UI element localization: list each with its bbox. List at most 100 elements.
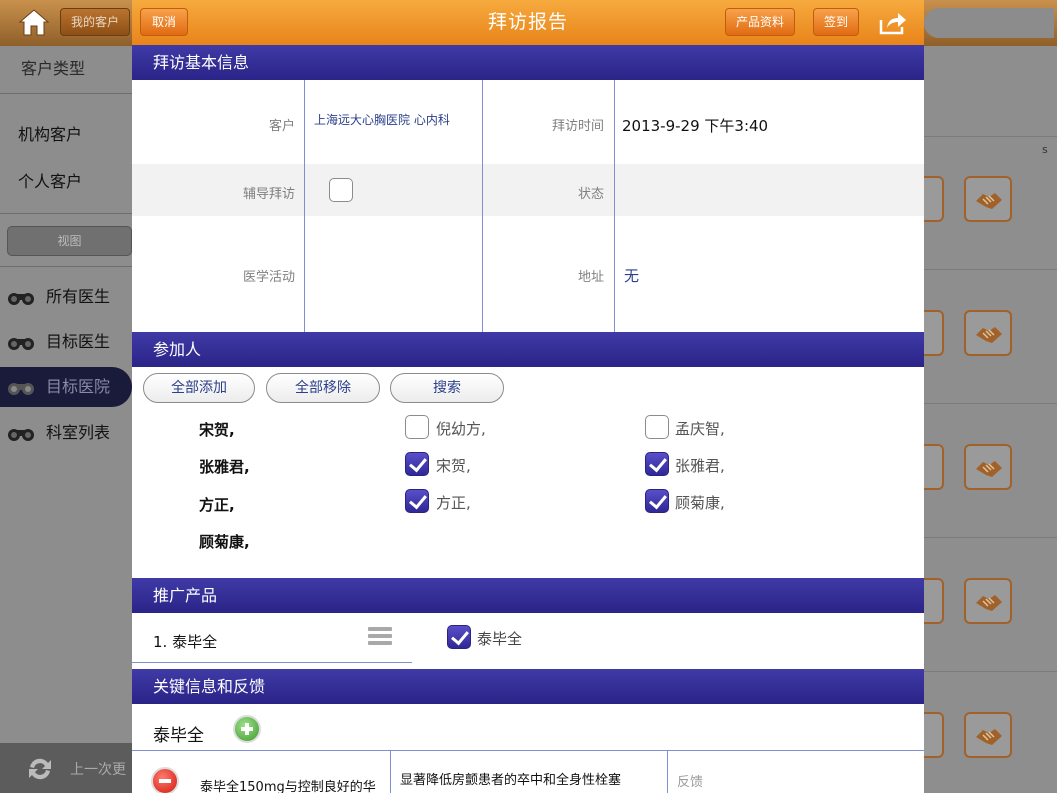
grid-divider [614, 80, 615, 332]
add-icon[interactable] [233, 715, 261, 743]
search-button[interactable]: 搜索 [390, 373, 504, 403]
reorder-grip-icon[interactable] [368, 627, 392, 651]
home-icon[interactable] [16, 6, 52, 38]
binoculars-icon [8, 429, 34, 441]
binoculars-icon [8, 338, 34, 350]
background-sidebar: 客户类型 机构客户 个人客户 视图 所有医生 目标医生 目标医院 科室列表 [0, 46, 132, 793]
handshake-icon [976, 729, 1002, 745]
visit-report-modal: 拜访报告 取消 产品资料 签到 拜访基本信息 客户 上海远大心胸医院 心内科 拜… [132, 0, 924, 793]
visit-time-label: 拜访时间 [551, 119, 604, 134]
sidebar-item-label: 科室列表 [46, 423, 111, 442]
participant-checkbox[interactable] [645, 415, 669, 439]
binoculars-icon [8, 293, 34, 305]
participant-checkbox[interactable] [405, 452, 429, 476]
background-list-panel [924, 46, 1057, 793]
key-message-text[interactable]: 泰毕全150mg与控制良好的华 [200, 776, 376, 793]
background-letter: s [1042, 143, 1048, 156]
section-participants: 参加人 [132, 332, 924, 367]
calendar-button-edge[interactable] [924, 712, 944, 758]
sidebar-item-target-doctors[interactable]: 目标医生 [0, 322, 132, 362]
participant-checkbox[interactable] [645, 489, 669, 513]
status-label: 状态 [577, 187, 604, 202]
remove-all-button[interactable]: 全部移除 [266, 373, 380, 403]
handshake-icon [976, 193, 1002, 209]
product-info-button[interactable]: 产品资料 [725, 8, 795, 36]
checkin-button[interactable]: 签到 [813, 8, 859, 36]
product-list-divider [132, 662, 412, 663]
sidebar-item-department-list[interactable]: 科室列表 [0, 413, 132, 453]
key-info-product: 泰毕全 [153, 726, 204, 746]
grid-divider [482, 80, 483, 332]
product-list-item[interactable]: 1. 泰毕全 [153, 631, 217, 652]
sidebar-item-label: 目标医生 [46, 332, 111, 351]
list-divider [924, 537, 1057, 538]
address-label: 地址 [577, 270, 604, 285]
selected-participant: 顾菊康, [199, 533, 250, 551]
sidebar-item-institution[interactable]: 机构客户 [0, 121, 132, 145]
sidebar-item-individual[interactable]: 个人客户 [0, 168, 132, 192]
share-icon[interactable] [878, 10, 908, 36]
list-divider [924, 403, 1057, 404]
participant-name: 张雅君, [675, 457, 725, 475]
participant-name: 宋贺, [436, 457, 471, 475]
assisted-visit-checkbox[interactable] [329, 178, 353, 202]
background-search-field[interactable] [924, 8, 1054, 38]
product-checkbox[interactable] [447, 625, 471, 649]
sidebar-divider [0, 266, 132, 267]
participant-name: 孟庆智, [675, 420, 725, 438]
customer-type-header: 客户类型 [0, 46, 132, 94]
participant-name: 方正, [436, 494, 471, 512]
key-benefit-text[interactable]: 显著降低房颤患者的卒中和全身性栓塞 [400, 772, 664, 790]
section-products: 推广产品 [132, 578, 924, 613]
handshake-button[interactable] [964, 444, 1012, 490]
list-divider [924, 671, 1057, 672]
assisted-visit-label: 辅导拜访 [242, 187, 295, 202]
my-customers-button[interactable]: 我的客户 [60, 8, 130, 36]
list-divider [924, 136, 1057, 137]
grid-divider [667, 751, 668, 793]
cancel-button[interactable]: 取消 [140, 8, 188, 36]
view-button[interactable]: 视图 [7, 226, 132, 256]
handshake-button[interactable] [964, 712, 1012, 758]
sidebar-divider [0, 213, 132, 214]
calendar-button-edge[interactable] [924, 444, 944, 490]
address-value[interactable]: 无 [624, 265, 639, 286]
medical-activity-label: 医学活动 [242, 270, 295, 285]
sidebar-item-all-doctors[interactable]: 所有医生 [0, 277, 132, 317]
last-update-label: 上一次更 [70, 762, 126, 778]
participant-name: 顾菊康, [675, 494, 725, 512]
selected-participant: 宋贺, [199, 421, 235, 439]
participant-checkbox[interactable] [405, 415, 429, 439]
sidebar-item-label: 所有医生 [46, 287, 111, 306]
binoculars-icon [8, 383, 34, 395]
key-info-divider [132, 750, 924, 751]
handshake-button[interactable] [964, 578, 1012, 624]
customer-value[interactable]: 上海远大心胸医院 心内科 [314, 111, 450, 128]
sidebar-item-target-hospitals[interactable]: 目标医院 [0, 367, 132, 407]
visit-time-value[interactable]: 2013-9-29 下午3:40 [622, 115, 768, 136]
product-option-name: 泰毕全 [477, 630, 523, 648]
refresh-icon[interactable] [24, 755, 56, 783]
handshake-button[interactable] [964, 176, 1012, 222]
remove-icon[interactable] [151, 767, 179, 793]
calendar-button-edge[interactable] [924, 176, 944, 222]
calendar-button-edge[interactable] [924, 310, 944, 356]
selected-participant: 张雅君, [199, 458, 250, 476]
add-all-button[interactable]: 全部添加 [143, 373, 255, 403]
grid-divider [390, 751, 391, 793]
participant-checkbox[interactable] [405, 489, 429, 513]
participant-checkbox[interactable] [645, 452, 669, 476]
handshake-icon [976, 327, 1002, 343]
list-divider [924, 269, 1057, 270]
handshake-icon [976, 461, 1002, 477]
handshake-button[interactable] [964, 310, 1012, 356]
selected-participant: 方正, [199, 496, 235, 514]
modal-header: 拜访报告 取消 产品资料 签到 [132, 0, 924, 45]
calendar-button-edge[interactable] [924, 578, 944, 624]
grid-divider [304, 80, 305, 332]
customer-label: 客户 [268, 119, 295, 134]
feedback-field[interactable]: 反馈 [677, 771, 703, 790]
section-key-info: 关键信息和反馈 [132, 669, 924, 704]
modal-title: 拜访报告 [487, 11, 568, 33]
participant-name: 倪幼方, [436, 420, 486, 438]
